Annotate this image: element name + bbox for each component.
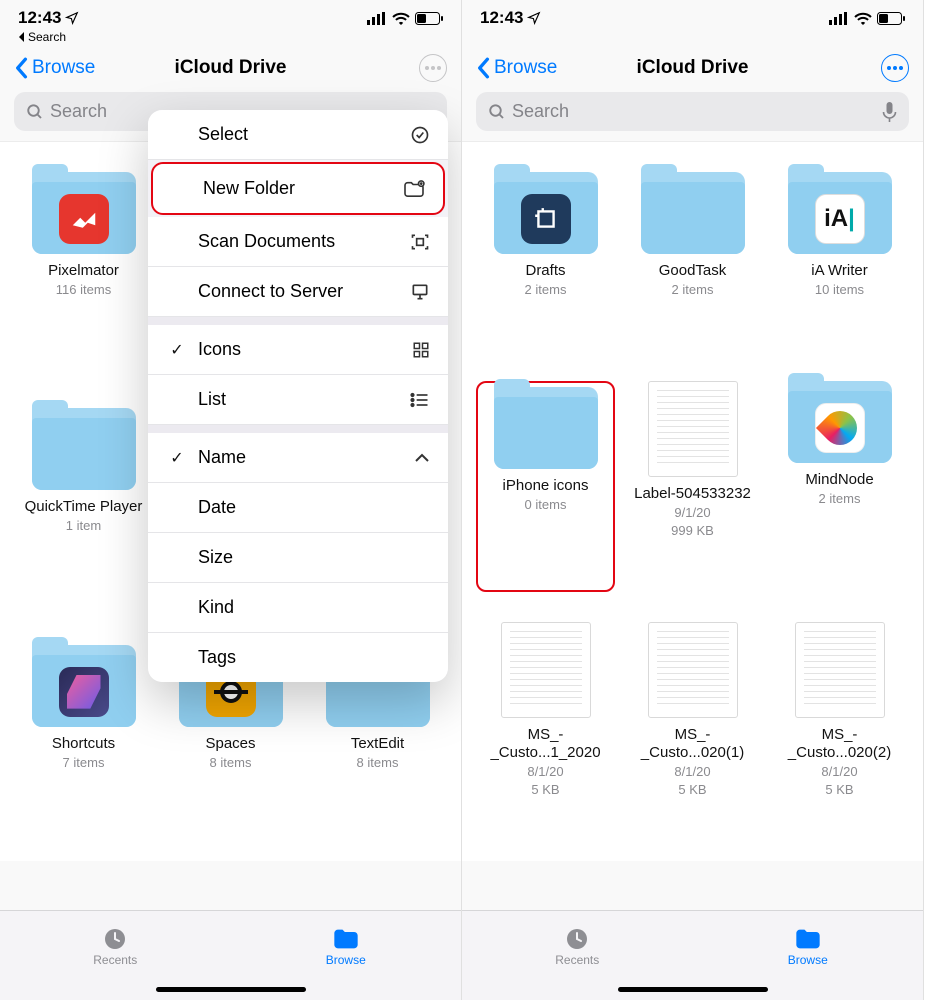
file-ms-1[interactable]: MS_-_Custo...1_2020 8/1/20 5 KB (476, 622, 615, 851)
wifi-icon (854, 12, 872, 25)
shortcuts-app-icon (59, 667, 109, 717)
ia-writer-app-icon: iA| (815, 194, 865, 244)
status-bar: 12:43 (462, 0, 923, 30)
search-icon (26, 103, 44, 121)
file-label[interactable]: Label-504533232 9/1/20 999 KB (623, 381, 762, 592)
nav-title: iCloud Drive (637, 57, 749, 79)
location-icon (65, 11, 79, 25)
folder-icon (332, 927, 360, 951)
check-circle-icon (410, 125, 430, 145)
clock-icon (101, 927, 129, 951)
pixelmator-app-icon (59, 194, 109, 244)
nav-back[interactable]: Browse (14, 57, 95, 79)
chevron-up-icon (414, 453, 430, 463)
mindnode-app-icon (815, 403, 865, 453)
clock-icon (563, 927, 591, 951)
context-menu: Select New Folder Scan Documents Connect… (148, 110, 448, 682)
tab-bar: Recents Browse (0, 910, 461, 1000)
folder-plus-icon (403, 180, 425, 198)
menu-scan-documents[interactable]: Scan Documents (148, 217, 448, 267)
folder-drafts[interactable]: Drafts 2 items (476, 172, 615, 351)
menu-select[interactable]: Select (148, 110, 448, 160)
menu-connect-server[interactable]: Connect to Server (148, 267, 448, 317)
chevron-left-icon (476, 57, 490, 79)
status-time: 12:43 (480, 8, 523, 28)
menu-new-folder[interactable]: New Folder (151, 162, 445, 215)
menu-sort-tags[interactable]: Tags (148, 633, 448, 682)
more-button[interactable] (881, 54, 909, 82)
scan-icon (410, 232, 430, 252)
folder-pixelmator[interactable]: Pixelmator 116 items (14, 172, 153, 378)
nav-title: iCloud Drive (175, 57, 287, 79)
nav-back[interactable]: Browse (476, 57, 557, 79)
status-time: 12:43 (18, 8, 61, 28)
menu-sort-name[interactable]: ✓Name (148, 433, 448, 483)
home-indicator[interactable] (618, 987, 768, 992)
microphone-icon[interactable] (882, 102, 897, 122)
file-ms-2[interactable]: MS_-_Custo...020(1) 8/1/20 5 KB (623, 622, 762, 851)
folder-mindnode[interactable]: MindNode 2 items (770, 381, 909, 592)
search-icon (488, 103, 506, 121)
more-button[interactable] (419, 54, 447, 82)
folder-ia-writer[interactable]: iA| iA Writer 10 items (770, 172, 909, 351)
back-to-search[interactable]: Search (0, 30, 461, 48)
cell-signal-icon (367, 12, 387, 25)
document-thumbnail (648, 622, 738, 718)
file-ms-3[interactable]: MS_-_Custo...020(2) 8/1/20 5 KB (770, 622, 909, 851)
grid-icon (412, 341, 430, 359)
menu-view-list[interactable]: List (148, 375, 448, 425)
nav-bar: Browse iCloud Drive (462, 48, 923, 92)
nav-bar: Browse iCloud Drive (0, 48, 461, 92)
folder-shortcuts[interactable]: Shortcuts 7 items (14, 645, 153, 851)
screen-left: 12:43 Search Browse iCloud Drive Search (0, 0, 462, 1000)
back-caret-icon (18, 32, 26, 42)
menu-sort-size[interactable]: Size (148, 533, 448, 583)
wifi-icon (392, 12, 410, 25)
document-thumbnail (648, 381, 738, 477)
screen-right: 12:43 Browse iCloud Drive Search (462, 0, 924, 1000)
status-bar: 12:43 (0, 0, 461, 30)
document-thumbnail (501, 622, 591, 718)
folder-goodtask[interactable]: GoodTask 2 items (623, 172, 762, 351)
server-icon (410, 282, 430, 302)
list-icon (410, 392, 430, 408)
search-input[interactable]: Search (476, 92, 909, 131)
menu-sort-date[interactable]: Date (148, 483, 448, 533)
folder-iphone-icons[interactable]: iPhone icons 0 items (476, 381, 615, 592)
menu-view-icons[interactable]: ✓Icons (148, 325, 448, 375)
cell-signal-icon (829, 12, 849, 25)
location-icon (527, 11, 541, 25)
folder-icon (794, 927, 822, 951)
file-grid: Drafts 2 items GoodTask 2 items iA| iA W… (462, 141, 923, 861)
tab-bar: Recents Browse (462, 910, 923, 1000)
home-indicator[interactable] (156, 987, 306, 992)
ellipsis-icon (887, 66, 903, 70)
folder-quicktime[interactable]: QuickTime Player 1 item (14, 408, 153, 614)
ellipsis-icon (425, 66, 441, 70)
battery-icon (877, 12, 905, 25)
drafts-app-icon (521, 194, 571, 244)
menu-sort-kind[interactable]: Kind (148, 583, 448, 633)
chevron-left-icon (14, 57, 28, 79)
battery-icon (415, 12, 443, 25)
document-thumbnail (795, 622, 885, 718)
